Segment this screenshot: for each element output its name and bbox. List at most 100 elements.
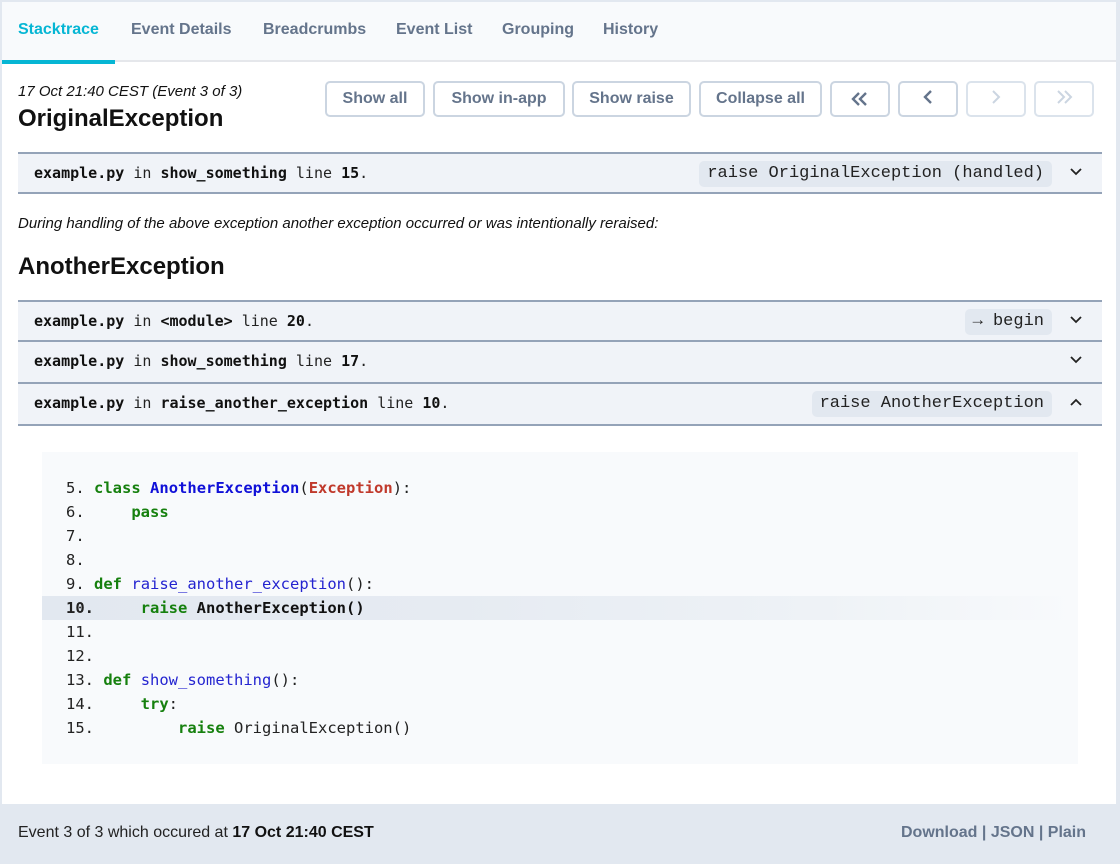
chevron-down-icon[interactable] [1068, 350, 1084, 370]
code-token: ): [392, 479, 412, 497]
stack-frame[interactable]: example.py in show_something line 17. [18, 342, 1102, 384]
frame-in-label: in [133, 164, 152, 182]
code-token: AnotherException [150, 479, 300, 497]
show-in-app-button[interactable]: Show in-app [433, 81, 565, 117]
frame-line-label: line [295, 164, 333, 182]
frame-file: example.py [34, 164, 125, 182]
event-panel: Stacktrace Event Details Breadcrumbs Eve… [2, 2, 1116, 804]
show-all-button[interactable]: Show all [325, 81, 425, 117]
collapse-all-button[interactable]: Collapse all [699, 81, 822, 117]
frame-in-label: in [133, 312, 152, 330]
code-token: def [103, 671, 132, 689]
frame-location: example.py in <module> line 20. [34, 312, 314, 330]
frame-dot: . [359, 352, 369, 370]
line-number: 12. [66, 647, 94, 665]
tab-bar: Stacktrace Event Details Breadcrumbs Eve… [2, 2, 1116, 64]
code-line: 12. [42, 644, 1078, 668]
line-number: 5. [66, 479, 85, 497]
line-number: 6. [66, 503, 85, 521]
tab-breadcrumbs[interactable]: Breadcrumbs [263, 2, 366, 62]
show-raise-button[interactable]: Show raise [572, 81, 691, 117]
frame-line-number: 10 [422, 394, 441, 412]
first-event-button[interactable] [830, 81, 890, 117]
code-token: try [140, 695, 169, 713]
code-token: def [94, 575, 123, 593]
tab-grouping[interactable]: Grouping [502, 2, 574, 62]
chevron-up-icon[interactable] [1068, 392, 1084, 412]
plain-link[interactable]: Plain [1048, 824, 1086, 841]
code-token: (): [346, 575, 374, 593]
frame-in-label: in [133, 394, 152, 412]
code-token: ( [299, 479, 309, 497]
code-line: 8. [42, 548, 1078, 572]
frame-function: raise_another_exception [160, 394, 369, 412]
line-number: 13. [66, 671, 94, 689]
frame-dot: . [304, 312, 314, 330]
previous-event-button[interactable] [898, 81, 958, 117]
tab-event-list[interactable]: Event List [396, 2, 472, 62]
frame-file: example.py [34, 394, 125, 412]
code-token: raise [140, 599, 188, 617]
frame-file: example.py [34, 352, 125, 370]
code-token: raise [178, 719, 225, 737]
frame-file: example.py [34, 312, 125, 330]
frame-location: example.py in show_something line 17. [34, 352, 368, 370]
code-line: 9. def raise_another_exception(): [42, 572, 1078, 596]
tab-stacktrace[interactable]: Stacktrace [2, 2, 115, 64]
exception-chain-note: During handling of the above exception a… [18, 215, 659, 232]
frame-line-number: 17 [341, 352, 360, 370]
line-number: 10. [66, 599, 94, 617]
code-token: pass [131, 503, 169, 521]
line-number: 8. [66, 551, 85, 569]
json-link[interactable]: JSON [991, 824, 1035, 841]
double-chevron-left-icon [851, 86, 869, 112]
line-number: 11. [66, 623, 94, 641]
footer-event-info: Event 3 of 3 which occured at 17 Oct 21:… [18, 824, 374, 842]
frame-line-number: 20 [286, 312, 305, 330]
code-line: 14. try: [42, 692, 1078, 716]
footer-prefix: Event 3 of 3 which occured at [18, 824, 233, 841]
frame-location: example.py in show_something line 15. [34, 164, 368, 182]
exception-title-another: AnotherException [18, 253, 225, 280]
tab-history[interactable]: History [603, 2, 658, 62]
frame-dot: . [359, 164, 369, 182]
last-event-button[interactable] [1034, 81, 1094, 117]
line-number: 7. [66, 527, 85, 545]
code-token: : [168, 695, 179, 713]
code-token: class [94, 479, 141, 497]
code-line: 6. pass [42, 500, 1078, 524]
code-line: 5. class AnotherException(Exception): [42, 476, 1078, 500]
footer-timestamp: 17 Oct 21:40 CEST [232, 824, 374, 841]
frame-in-label: in [133, 352, 152, 370]
double-chevron-right-icon [1055, 89, 1073, 109]
frame-function: show_something [160, 352, 287, 370]
tab-event-details[interactable]: Event Details [131, 2, 231, 62]
chevron-left-icon [923, 89, 933, 109]
stack-frame[interactable]: example.py in show_something line 15. ra… [18, 152, 1102, 194]
download-link[interactable]: Download [901, 824, 977, 841]
frame-function: show_something [160, 164, 287, 182]
code-line-highlighted: 10. raise AnotherException() [42, 596, 1078, 620]
frame-context-badge: → begin [964, 309, 1052, 335]
code-line: 7. [42, 524, 1078, 548]
frame-line-label: line [295, 352, 333, 370]
stack-frame[interactable]: example.py in <module> line 20. → begin [18, 300, 1102, 342]
line-number: 9. [66, 575, 85, 593]
next-event-button[interactable] [966, 81, 1026, 117]
chevron-down-icon[interactable] [1068, 162, 1084, 182]
chevron-down-icon[interactable] [1068, 310, 1084, 330]
footer: Event 3 of 3 which occured at 17 Oct 21:… [0, 804, 1120, 864]
footer-links: Download | JSON | Plain [901, 824, 1086, 842]
stack-frame-expanded[interactable]: example.py in raise_another_exception li… [18, 384, 1102, 426]
frame-location: example.py in raise_another_exception li… [34, 394, 449, 412]
code-token: raise_another_exception [131, 575, 346, 593]
frame-line-number: 15 [341, 164, 360, 182]
frame-dot: . [440, 394, 450, 412]
frame-line-label: line [377, 394, 414, 412]
